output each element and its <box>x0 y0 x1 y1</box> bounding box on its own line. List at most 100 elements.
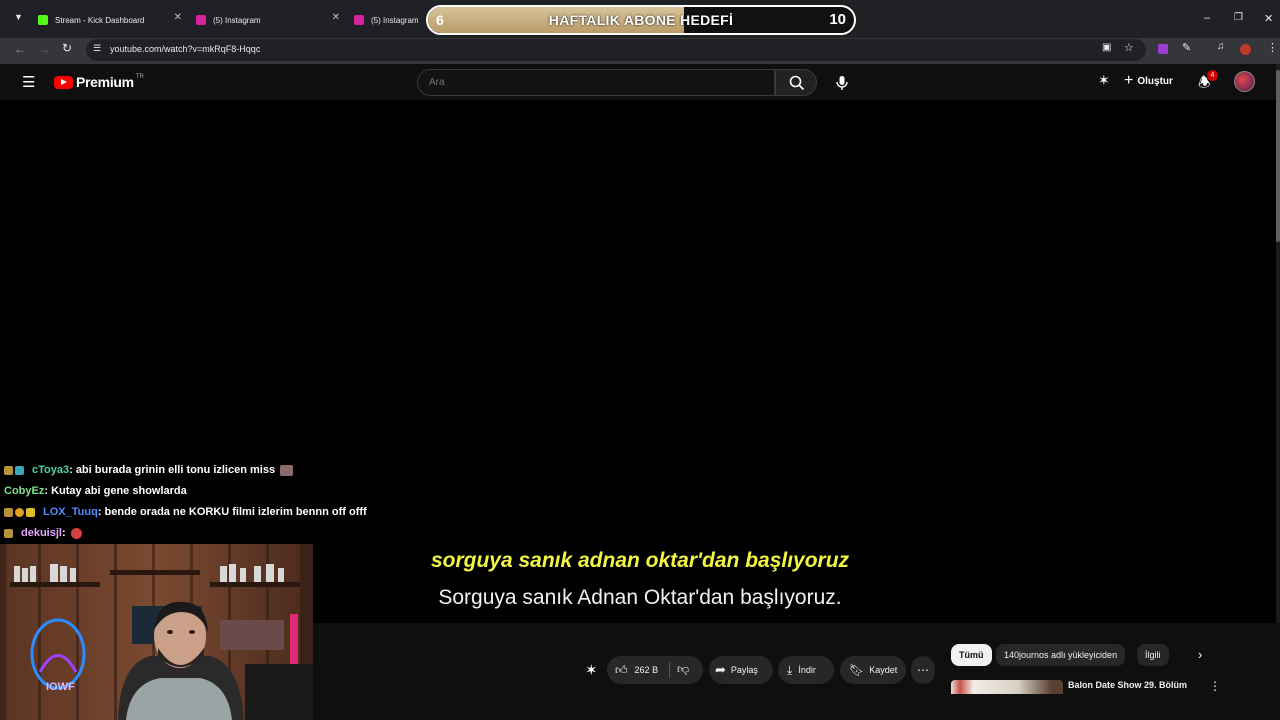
address-bar-row: ← → ↻ ☰ youtube.com/watch?v=mkRqF8-Hqqc … <box>0 38 1280 64</box>
media-control-icon[interactable]: ♫ <box>1217 41 1225 52</box>
goal-target: 10 <box>829 11 846 28</box>
chat-badge-icon <box>15 465 24 475</box>
search-icon <box>789 75 805 91</box>
site-info-icon[interactable]: ☰ <box>93 43 101 54</box>
chat-badge-icon <box>4 528 13 538</box>
like-button[interactable]: 👍︎ 262 B <box>607 663 658 678</box>
chip-related[interactable]: İlgili <box>1137 644 1169 666</box>
close-tab-icon[interactable]: ✕ <box>174 12 182 23</box>
close-window-icon[interactable]: ✕ <box>1264 12 1273 25</box>
browser-tab[interactable]: (5) Instagram ✕ <box>188 6 344 34</box>
like-count: 262 B <box>634 665 659 675</box>
subscriber-goal-bar: 6 HAFTALIK ABONE HEDEFİ 10 <box>426 5 856 35</box>
thumbs-up-icon: 👍︎ <box>615 662 628 677</box>
browser-tab[interactable]: (5) Instagram <box>346 6 426 34</box>
install-app-icon[interactable]: ▣ <box>1102 42 1111 53</box>
more-actions-button[interactable]: ⋯ <box>911 656 935 684</box>
save-label: Kaydet <box>869 665 898 675</box>
tab-title: (5) Instagram <box>371 15 419 25</box>
close-tab-icon[interactable]: ✕ <box>332 12 340 23</box>
chevron-right-icon[interactable]: › <box>1198 647 1202 662</box>
svg-text:IOWF: IOWF <box>46 681 75 693</box>
logo-text: Premium <box>76 74 134 90</box>
forward-icon[interactable]: → <box>38 42 50 56</box>
profile-icon[interactable] <box>1240 44 1251 55</box>
download-icon: ⤓ <box>787 662 793 677</box>
back-icon[interactable]: ← <box>14 42 26 56</box>
avatar[interactable] <box>1234 71 1255 92</box>
emote-icon <box>70 527 82 539</box>
extensions-puzzle-icon[interactable]: ✎ <box>1182 41 1191 54</box>
tab-title: (5) Instagram <box>213 15 261 25</box>
instagram-icon <box>354 15 364 25</box>
url-text[interactable]: youtube.com/watch?v=mkRqF8-Hqqc <box>110 44 260 54</box>
search-input[interactable] <box>417 69 775 96</box>
share-label: Paylaş <box>730 665 758 675</box>
chat-username: dekuisjl <box>21 527 62 539</box>
share-button[interactable]: ➦ Paylaş <box>709 656 773 684</box>
chat-text: : abi burada grinin elli tonu izlicen mi… <box>69 464 276 476</box>
chip-all[interactable]: Tümü <box>951 644 992 666</box>
create-button[interactable]: + Oluştur <box>1124 70 1173 92</box>
download-button[interactable]: ⤓ İndir <box>778 656 834 684</box>
more-dots-icon: ⋯ <box>917 663 929 677</box>
goal-label: HAFTALIK ABONE HEDEFİ <box>548 12 734 28</box>
bookmark-icon: 🔖︎ <box>849 663 865 677</box>
recommendation-menu-icon[interactable]: ⋮ <box>1209 679 1221 693</box>
chat-username: cToya3 <box>32 464 70 476</box>
tab-title: Stream - Kick Dashboard <box>55 15 145 25</box>
tab-search-chevron-icon[interactable]: ▼ <box>14 12 23 22</box>
chat-message: cToya3 : abi burada grinin elli tonu izl… <box>4 464 295 476</box>
chip-uploader[interactable]: 140journos adlı yükleyiciden <box>996 644 1126 666</box>
notification-count-badge: 4 <box>1207 70 1218 81</box>
chip-label: Tümü <box>959 650 984 660</box>
webcam-scene: IOWF <box>0 544 313 720</box>
browser-tab[interactable]: Stream - Kick Dashboard ✕ <box>30 6 186 34</box>
youtube-logo[interactable]: Premium TR <box>54 74 144 90</box>
chat-text: : <box>61 527 66 539</box>
recommendation-title[interactable]: Balon Date Show 29. Bölüm <box>1068 680 1187 690</box>
microphone-icon <box>836 76 848 90</box>
kick-icon <box>38 15 48 25</box>
reload-icon[interactable]: ↻ <box>62 41 72 55</box>
youtube-play-icon <box>54 75 73 89</box>
chip-label: İlgili <box>1145 650 1161 660</box>
chat-text: : Kutay abi gene showlarda <box>44 485 187 497</box>
hamburger-menu-icon[interactable]: ☰ <box>22 73 35 91</box>
share-arrow-icon: ➦ <box>715 662 726 677</box>
chat-badge-icon <box>4 507 13 517</box>
notifications-button[interactable]: 🕭 4 <box>1198 70 1220 92</box>
chat-badge-icon <box>4 465 13 475</box>
chat-message: CobyEz : Kutay abi gene showlarda <box>4 485 187 497</box>
chat-message: LOX_Tuuq : bende orada ne KORKU filmi iz… <box>4 506 367 518</box>
restore-icon[interactable]: ❐ <box>1234 12 1243 23</box>
chat-username: CobyEz <box>4 485 45 497</box>
chip-label: 140journos adlı yükleyiciden <box>1004 650 1118 660</box>
scrollbar-thumb[interactable] <box>1276 70 1280 242</box>
dislike-button[interactable]: 👎︎ <box>677 662 689 677</box>
minimize-icon[interactable]: – <box>1204 12 1210 24</box>
chat-text: : bende orada ne KORKU filmi izlerim ben… <box>97 506 367 518</box>
chat-message: dekuisjl : <box>4 527 84 539</box>
browser-menu-icon[interactable]: ⋮ <box>1267 41 1278 54</box>
chat-username: LOX_Tuuq <box>43 506 98 518</box>
create-label: Oluştur <box>1137 75 1173 87</box>
emote-icon <box>280 464 294 476</box>
recommendation-thumbnail[interactable] <box>951 680 1063 694</box>
save-button[interactable]: 🔖︎ Kaydet <box>840 656 906 684</box>
youtube-header: ☰ Premium TR ✶ + Oluştur 🕭 4 <box>0 64 1280 100</box>
premium-sparkle-icon[interactable]: ✶ <box>585 661 598 679</box>
voice-search-button[interactable] <box>830 69 854 96</box>
bookmark-star-icon[interactable]: ☆ <box>1124 41 1134 54</box>
thumbs-down-icon: 👎︎ <box>677 662 690 676</box>
search-button[interactable] <box>775 69 817 96</box>
region-code: TR <box>135 74 144 80</box>
instagram-icon <box>196 15 206 25</box>
plus-icon: + <box>1124 72 1134 89</box>
premium-features-icon[interactable]: ✶ <box>1098 72 1110 89</box>
omnibox[interactable]: ☰ youtube.com/watch?v=mkRqF8-Hqqc ▣ ☆ <box>86 39 1146 61</box>
extension-icon[interactable] <box>1158 44 1168 54</box>
like-dislike-group: 👍︎ 262 B 👎︎ <box>607 656 703 684</box>
crown-badge-icon <box>26 507 35 517</box>
chat-badge-icon <box>15 507 24 517</box>
